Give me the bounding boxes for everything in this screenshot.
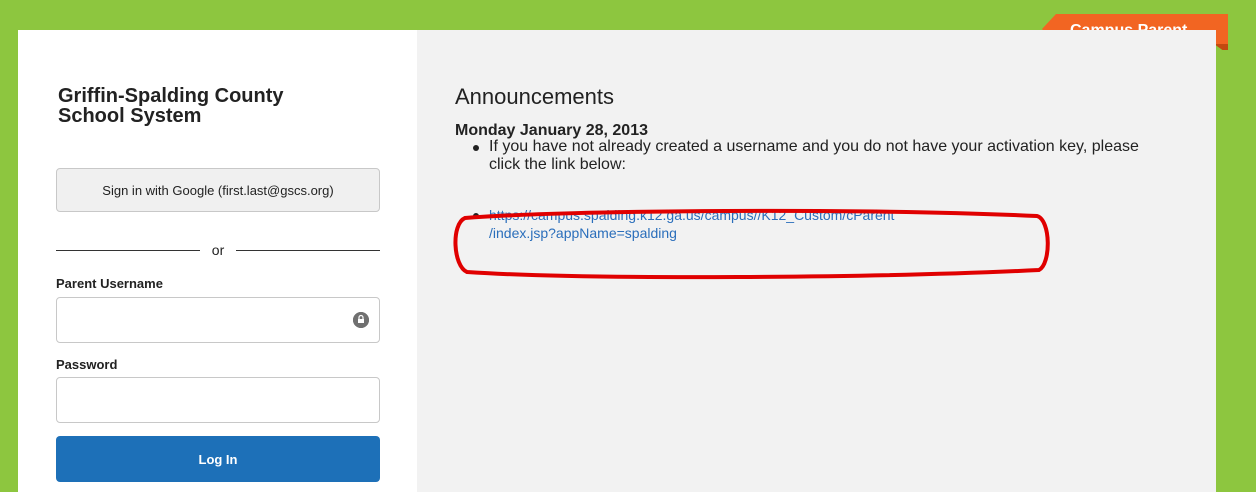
school-name-line2: School System	[58, 105, 202, 127]
username-label: Parent Username	[56, 276, 163, 291]
announcement-item: If you have not already created a userna…	[455, 138, 1155, 174]
announcements-title: Announcements	[455, 84, 614, 109]
school-name-line1: Griffin-Spalding County	[58, 85, 284, 107]
divider-line-right	[236, 249, 381, 251]
bullet-icon	[473, 145, 479, 151]
announcements-panel: Announcements Monday January 28, 2013 If…	[417, 30, 1216, 492]
username-input[interactable]	[65, 300, 349, 342]
lock-icon-svg	[353, 312, 369, 328]
announcement-text: If you have not already created a userna…	[489, 138, 1139, 173]
divider-text: or	[211, 242, 225, 258]
divider-line-left	[56, 249, 200, 251]
or-divider: or	[56, 240, 381, 260]
password-input[interactable]	[65, 380, 349, 422]
google-signin-button[interactable]: Sign in with Google (first.last@gscs.org…	[56, 168, 380, 212]
username-field[interactable]	[56, 297, 380, 343]
red-highlight-ellipse	[453, 208, 1050, 280]
school-name: Griffin-Spalding County School System	[58, 86, 358, 126]
login-button[interactable]: Log In	[56, 436, 380, 482]
main-card: Griffin-Spalding County School System Si…	[18, 30, 1216, 492]
login-panel: Griffin-Spalding County School System Si…	[18, 30, 417, 492]
password-field[interactable]	[56, 377, 380, 423]
password-label: Password	[56, 357, 118, 372]
lock-icon	[353, 312, 369, 328]
